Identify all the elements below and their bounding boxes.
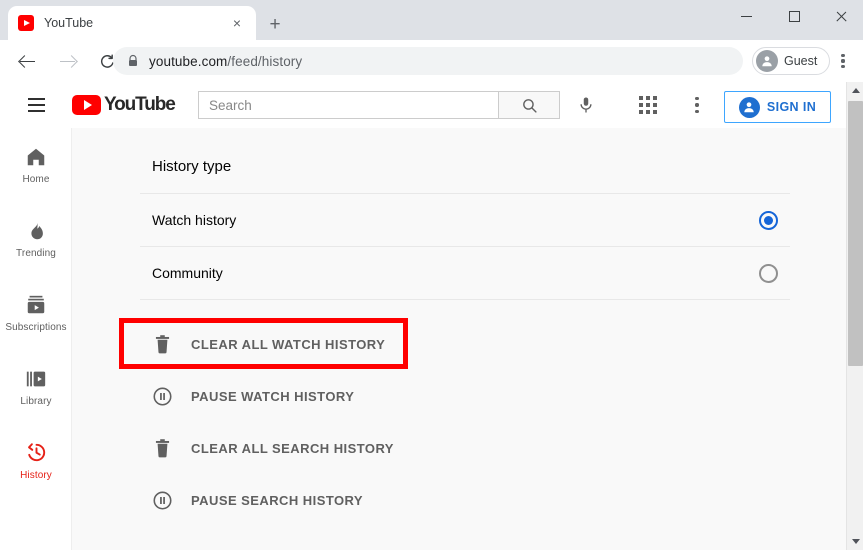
history-settings-panel: History type Watch history Community CLE…: [72, 128, 846, 550]
action-label: PAUSE WATCH HISTORY: [191, 388, 355, 404]
tab-strip: YouTube × +: [0, 0, 863, 40]
youtube-masthead: YouTube Search SIGN IN: [0, 82, 846, 128]
sidebar-item-subscriptions[interactable]: Subscriptions: [0, 276, 72, 350]
sidebar: Home Trending Subscriptions Library Hist…: [0, 128, 72, 550]
clear-all-search-history-button[interactable]: CLEAR ALL SEARCH HISTORY: [140, 422, 790, 474]
youtube-more-button[interactable]: [684, 92, 710, 118]
secure-lock-icon: [129, 54, 137, 66]
sidebar-item-home[interactable]: Home: [0, 128, 72, 202]
apps-grid-icon: [639, 96, 657, 114]
back-button[interactable]: [10, 44, 44, 78]
window-minimize-button[interactable]: [723, 0, 769, 32]
back-arrow-icon: [19, 53, 36, 70]
trending-flame-icon: [31, 221, 43, 239]
radio-button-community[interactable]: [759, 263, 778, 283]
new-tab-button[interactable]: +: [262, 12, 288, 38]
radio-row-community[interactable]: Community: [140, 247, 790, 300]
radio-label: Watch history: [152, 212, 237, 228]
sidebar-item-history[interactable]: History: [0, 424, 72, 498]
sidebar-item-library[interactable]: Library: [0, 350, 72, 424]
window-maximize-button[interactable]: [771, 0, 817, 32]
sidebar-item-label: Trending: [16, 247, 56, 259]
forward-button[interactable]: [50, 44, 84, 78]
search-area: [198, 91, 560, 119]
home-icon: [27, 148, 45, 165]
action-label: PAUSE SEARCH HISTORY: [191, 492, 364, 508]
youtube-apps-button[interactable]: [634, 92, 662, 118]
profile-label: Guest: [784, 54, 818, 68]
search-input[interactable]: [209, 97, 498, 113]
history-type-section: History type Watch history Community CLE…: [140, 128, 790, 526]
subscriptions-icon: [27, 295, 45, 313]
address-bar[interactable]: youtube.com/feed/history: [113, 47, 743, 75]
sidebar-item-trending[interactable]: Trending: [0, 202, 72, 276]
action-label: CLEAR ALL WATCH HISTORY: [191, 336, 386, 352]
clear-all-watch-history-button[interactable]: CLEAR ALL WATCH HISTORY: [140, 318, 790, 370]
page-viewport: YouTube Search SIGN IN Home Trending Sub…: [0, 82, 863, 550]
sidebar-item-label: Subscriptions: [5, 321, 67, 333]
youtube-logo[interactable]: YouTube: [72, 94, 176, 116]
minimize-icon: [740, 15, 752, 17]
radio-button-watch-history[interactable]: [759, 210, 778, 230]
youtube-play-icon: [72, 95, 101, 115]
tab-title: YouTube: [44, 16, 94, 30]
microphone-icon: [580, 97, 592, 113]
url-path: /feed/history: [227, 53, 303, 69]
chevron-down-icon: [851, 539, 860, 544]
close-tab-icon[interactable]: ×: [228, 14, 246, 32]
trash-icon: [155, 438, 170, 457]
maximize-icon: [788, 10, 800, 22]
url-text: youtube.com/feed/history: [149, 54, 302, 69]
page-scrollbar[interactable]: [846, 82, 863, 550]
scrollbar-thumb[interactable]: [848, 101, 863, 366]
library-icon: [26, 371, 46, 386]
youtube-logo-text: YouTube: [104, 94, 176, 115]
sidebar-item-label: Home: [22, 173, 50, 185]
pause-watch-history-button[interactable]: PAUSE WATCH HISTORY: [140, 370, 790, 422]
search-button[interactable]: [498, 91, 560, 119]
close-icon: [835, 10, 848, 23]
pause-circle-icon: [153, 490, 172, 510]
pause-search-history-button[interactable]: PAUSE SEARCH HISTORY: [140, 474, 790, 526]
hamburger-menu-icon[interactable]: [16, 85, 56, 125]
browser-tab[interactable]: YouTube ×: [8, 6, 256, 40]
sidebar-item-label: Library: [20, 395, 52, 407]
scroll-up-button[interactable]: [847, 82, 863, 99]
chevron-up-icon: [851, 88, 860, 93]
radio-row-watch-history[interactable]: Watch history: [140, 194, 790, 247]
profile-button[interactable]: Guest: [752, 47, 830, 75]
youtube-favicon-icon: [18, 15, 34, 31]
chrome-menu-button[interactable]: [832, 48, 854, 74]
voice-search-button[interactable]: [570, 90, 602, 120]
search-box[interactable]: [198, 91, 498, 119]
forward-arrow-icon: [59, 53, 76, 70]
url-domain: youtube.com: [149, 53, 228, 69]
radio-label: Community: [152, 265, 223, 281]
trash-icon: [155, 334, 170, 353]
sidebar-item-label: History: [20, 470, 52, 481]
scroll-down-button[interactable]: [847, 533, 863, 550]
sign-in-label: SIGN IN: [766, 100, 817, 114]
sign-in-avatar-icon: [738, 96, 760, 118]
search-icon: [522, 98, 537, 113]
page-title: History type: [140, 128, 790, 194]
history-actions: CLEAR ALL WATCH HISTORY PAUSE WATCH HIST…: [140, 318, 790, 526]
history-clock-icon: [27, 443, 45, 462]
sign-in-button[interactable]: SIGN IN: [724, 91, 831, 123]
action-label: CLEAR ALL SEARCH HISTORY: [191, 440, 394, 456]
avatar: [756, 50, 778, 72]
window-close-button[interactable]: [818, 0, 863, 32]
pause-circle-icon: [153, 386, 172, 406]
browser-window: YouTube × + youtube.com/feed/history Gue…: [0, 0, 863, 550]
